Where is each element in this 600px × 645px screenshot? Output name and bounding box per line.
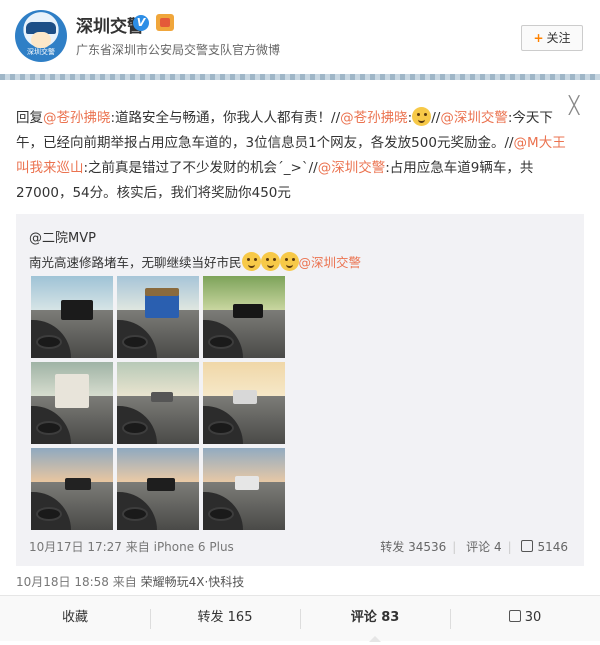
cat-face-emoji-icon bbox=[260, 252, 280, 271]
post-text: 回复@苍孙拂晓:道路安全与畅通，你我人人都有责！//@苍孙拂晓://@深圳交警:… bbox=[16, 106, 568, 206]
like-count: 30 bbox=[524, 610, 542, 625]
repost-meta: 10月17日 17:27 来自 iPhone 6 Plus bbox=[29, 538, 234, 555]
repost-like-link[interactable]: 5146 bbox=[521, 540, 568, 554]
cat-face-emoji-icon bbox=[279, 252, 299, 271]
photo-thumbnail[interactable] bbox=[203, 362, 285, 444]
thumbs-up-icon bbox=[508, 610, 521, 622]
post-meta: 10月18日 18:58 来自 荣耀畅玩4X·快科技 bbox=[16, 573, 244, 590]
weibo-header: 深圳交警 深圳交警 V 广东省深圳市公安局交警支队官方微博 + 关注 bbox=[0, 0, 600, 72]
mention-link[interactable]: @深圳交警 bbox=[299, 255, 362, 270]
author-description: 广东省深圳市公安局交警支队官方微博 bbox=[76, 43, 281, 57]
repost-comment-link[interactable]: 评论 4 bbox=[466, 540, 501, 554]
reply-prefix: 回复 bbox=[16, 110, 43, 126]
cat-face-emoji-icon bbox=[241, 252, 261, 271]
repost-card: @二院MVP 南光高速修路堵车，无聊继续当好市民 @深圳交警 10月17日 17… bbox=[16, 214, 584, 566]
avatar-caption: 深圳交警 bbox=[27, 48, 55, 56]
repost-stats: 转发 34536 | 评论 4 | 5146 bbox=[374, 538, 568, 555]
stats-divider: | bbox=[452, 540, 457, 554]
comment-button[interactable]: 评论 83 bbox=[300, 596, 450, 642]
action-bar: 收藏 转发 165 评论 83 30 bbox=[0, 595, 600, 642]
photo-thumbnail[interactable] bbox=[31, 276, 113, 358]
repost-text-content: 南光高速修路堵车，无聊继续当好市民 bbox=[29, 255, 242, 270]
post-source-prefix: 来自 bbox=[112, 575, 137, 589]
repost-source-prefix: 来自 bbox=[125, 540, 150, 554]
post-source[interactable]: 荣耀畅玩4X·快科技 bbox=[141, 575, 245, 589]
repost-forward-link[interactable]: 转发 34536 bbox=[380, 540, 446, 554]
stats-divider: | bbox=[507, 540, 512, 554]
repost-text: 南光高速修路堵车，无聊继续当好市民 @深圳交警 bbox=[29, 252, 361, 271]
follow-button[interactable]: + 关注 bbox=[521, 25, 583, 51]
repost-author[interactable]: @二院MVP bbox=[29, 227, 96, 246]
like-button[interactable]: 30 bbox=[450, 596, 600, 642]
close-icon[interactable]: ╳ bbox=[569, 96, 579, 116]
dashed-separator bbox=[0, 74, 600, 80]
post-text-segment: // bbox=[431, 110, 441, 126]
favorite-button[interactable]: 收藏 bbox=[0, 596, 150, 642]
photo-thumbnail[interactable] bbox=[203, 276, 285, 358]
repost-button[interactable]: 转发 165 bbox=[150, 596, 300, 642]
police-face-graphic bbox=[31, 32, 51, 48]
photo-thumbnail[interactable] bbox=[117, 448, 199, 530]
author-avatar[interactable]: 深圳交警 bbox=[15, 10, 67, 62]
mention-link[interactable]: @深圳交警 bbox=[440, 110, 508, 126]
verified-icon: V bbox=[133, 15, 149, 31]
photo-thumbnail[interactable] bbox=[31, 362, 113, 444]
plus-icon: + bbox=[533, 31, 544, 45]
photo-thumbnail[interactable] bbox=[31, 448, 113, 530]
follow-label: 关注 bbox=[546, 31, 571, 45]
post-text-segment: :道路安全与畅通，你我人人都有责！// bbox=[110, 110, 341, 126]
photo-thumbnail[interactable] bbox=[117, 362, 199, 444]
photo-thumbnail[interactable] bbox=[203, 448, 285, 530]
thumbs-up-icon bbox=[521, 540, 534, 552]
post-text-segment: :之前真是错过了不少发财的机会´_>`// bbox=[83, 160, 318, 176]
repost-source[interactable]: iPhone 6 Plus bbox=[154, 540, 234, 554]
mention-link[interactable]: @苍孙拂晓 bbox=[43, 110, 111, 126]
member-gift-icon[interactable] bbox=[156, 14, 174, 31]
mention-link[interactable]: @深圳交警 bbox=[318, 160, 386, 176]
photo-thumbnail[interactable] bbox=[117, 276, 199, 358]
repost-like-count: 5146 bbox=[537, 540, 568, 554]
cat-face-emoji-icon bbox=[412, 107, 432, 126]
repost-time[interactable]: 10月17日 17:27 bbox=[29, 540, 122, 554]
post-time[interactable]: 10月18日 18:58 bbox=[16, 575, 109, 589]
mention-link[interactable]: @苍孙拂晓 bbox=[340, 110, 408, 126]
